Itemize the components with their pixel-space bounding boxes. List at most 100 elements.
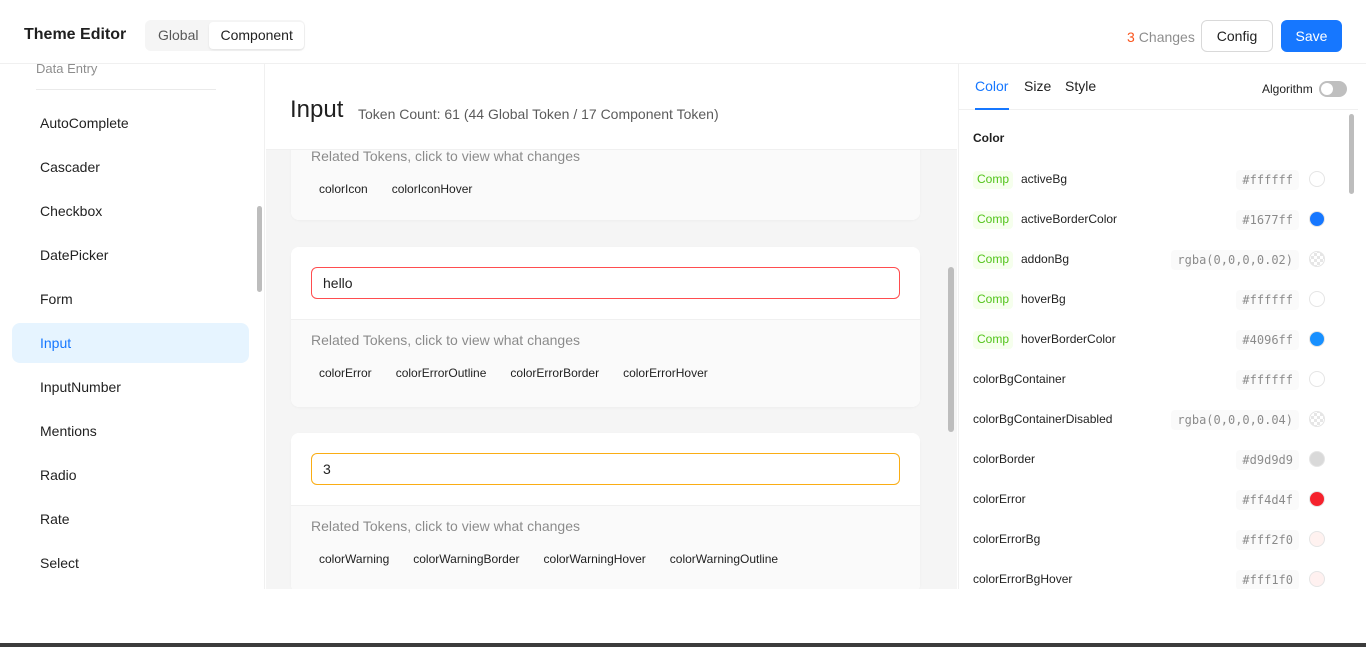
demo-area: 3 [291,433,920,505]
tab-ink-bar [975,108,1009,110]
token-value: #ffffff [1236,370,1299,390]
token-chip[interactable]: colorIcon [311,180,376,198]
sidebar-divider [36,89,216,90]
token-value: rgba(0,0,0,0.02) [1171,250,1299,270]
save-button[interactable]: Save [1281,20,1342,52]
demo-area: hello [291,247,920,319]
comp-tag: Comp [973,331,1014,349]
token-row[interactable]: colorBorder #d9d9d9 [973,442,1325,482]
demo-input-error[interactable]: hello [311,267,900,299]
sidebar-item-select[interactable]: Select [12,543,249,583]
token-value: #ffffff [1236,290,1299,310]
algorithm-label: Algorithm [1262,82,1313,96]
token-chip[interactable]: colorErrorBorder [502,364,607,382]
component-title: Input [290,96,344,123]
sidebar-item-radio[interactable]: Radio [12,455,249,495]
related-tokens-panel: Related Tokens, click to view what chang… [291,505,920,589]
token-value: #fff2f0 [1236,530,1299,550]
token-chip[interactable]: colorErrorOutline [388,364,495,382]
sidebar-item-autocomplete[interactable]: AutoComplete [12,103,249,143]
sidebar-item-form[interactable]: Form [12,279,249,319]
sidebar-scrollbar[interactable] [257,206,262,292]
token-row[interactable]: colorBgContainer #ffffff [973,362,1325,402]
token-value: #fff1f0 [1236,570,1299,589]
preview-scrollbar[interactable] [948,267,954,432]
token-row[interactable]: colorErrorBg #fff2f0 [973,522,1325,562]
mode-segmented-control: Global Component [145,20,305,51]
segment-global[interactable]: Global [147,22,209,49]
token-row[interactable]: colorError #ff4d4f [973,482,1325,522]
config-button[interactable]: Config [1201,20,1273,52]
component-preview-area: Input Token Count: 61 (44 Global Token /… [266,64,957,589]
token-chip[interactable]: colorWarningOutline [662,550,786,568]
color-swatch[interactable] [1309,291,1325,307]
token-value: #ff4d4f [1236,490,1299,510]
color-swatch[interactable] [1309,171,1325,187]
token-chip[interactable]: colorWarning [311,550,397,568]
token-tabs: Color Size Style Algorithm [959,64,1358,110]
token-name: activeBorderColor [1021,212,1118,226]
token-row[interactable]: Comp hoverBorderColor #4096ff [973,322,1325,362]
preview-card-error: hello Related Tokens, click to view what… [291,247,920,407]
token-value: rgba(0,0,0,0.04) [1171,410,1299,430]
color-swatch[interactable] [1309,411,1325,427]
demo-input-warning[interactable]: 3 [311,453,900,485]
sidebar-item-mentions[interactable]: Mentions [12,411,249,451]
color-swatch[interactable] [1309,451,1325,467]
token-name: colorBgContainer [973,372,1066,386]
token-chip[interactable]: colorErrorHover [615,364,716,382]
tab-style[interactable]: Style [1065,78,1096,94]
comp-tag: Comp [973,171,1014,189]
tab-size[interactable]: Size [1024,78,1051,94]
related-tokens-label: Related Tokens, click to view what chang… [311,518,580,534]
token-chip[interactable]: colorWarningBorder [405,550,527,568]
color-swatch[interactable] [1309,491,1325,507]
related-tokens-panel: Related Tokens, click to view what chang… [291,319,920,407]
token-chip[interactable]: colorError [311,364,380,382]
segment-component[interactable]: Component [209,22,304,49]
changes-label: Changes [1138,29,1195,45]
token-value: #d9d9d9 [1236,450,1299,470]
color-swatch[interactable] [1309,331,1325,347]
sidebar-item-checkbox[interactable]: Checkbox [12,191,249,231]
changes-indicator[interactable]: 3 Changes [1127,29,1195,45]
section-title-color: Color [973,131,1005,145]
token-row[interactable]: Comp hoverBg #ffffff [973,282,1325,322]
related-token-list: colorIcon colorIconHover [311,180,480,198]
token-count: Token Count: 61 (44 Global Token / 17 Co… [358,106,719,122]
token-chip[interactable]: colorWarningHover [536,550,654,568]
token-row[interactable]: colorBgContainerDisabled rgba(0,0,0,0.04) [973,402,1325,442]
token-row[interactable]: Comp activeBg #ffffff [973,162,1325,202]
color-swatch[interactable] [1309,251,1325,267]
token-chip[interactable]: colorIconHover [384,180,481,198]
tab-color[interactable]: Color [975,78,1008,94]
algorithm-toggle[interactable] [1319,81,1347,97]
token-row[interactable]: colorErrorBgHover #fff1f0 [973,562,1325,589]
changes-count: 3 [1127,29,1135,45]
sidebar-item-rate[interactable]: Rate [12,499,249,539]
related-tokens-label: Related Tokens, click to view what chang… [311,332,580,348]
preview-header: Input Token Count: 61 (44 Global Token /… [266,64,957,150]
comp-tag: Comp [973,291,1014,309]
sidebar-group-label: Data Entry [36,64,98,76]
token-value: #4096ff [1236,330,1299,350]
token-value: #ffffff [1236,170,1299,190]
sidebar-item-datepicker[interactable]: DatePicker [12,235,249,275]
toggle-knob [1321,83,1333,95]
token-panel-scrollbar[interactable] [1349,114,1354,194]
token-name: hoverBorderColor [1021,332,1116,346]
color-swatch[interactable] [1309,571,1325,587]
token-row[interactable]: Comp addonBg rgba(0,0,0,0.02) [973,242,1325,282]
color-swatch[interactable] [1309,211,1325,227]
token-row[interactable]: Comp activeBorderColor #1677ff [973,202,1325,242]
color-swatch[interactable] [1309,531,1325,547]
comp-tag: Comp [973,211,1014,229]
related-token-list: colorError colorErrorOutline colorErrorB… [311,364,716,382]
sidebar-item-inputnumber[interactable]: InputNumber [12,367,249,407]
token-panel: Color Size Style Algorithm Color Comp act… [958,64,1358,589]
sidebar-item-input[interactable]: Input [12,323,249,363]
color-swatch[interactable] [1309,371,1325,387]
app-title: Theme Editor [24,26,127,43]
sidebar-item-cascader[interactable]: Cascader [12,147,249,187]
related-token-list: colorWarning colorWarningBorder colorWar… [311,550,786,568]
